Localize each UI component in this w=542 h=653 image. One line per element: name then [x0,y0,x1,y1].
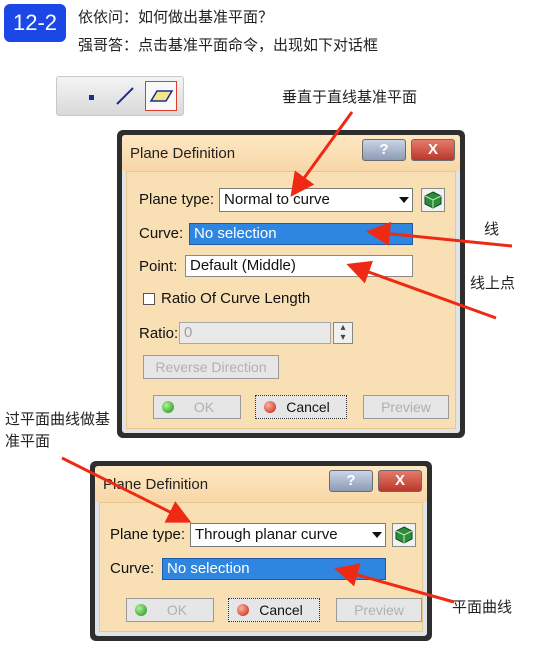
annotation-arrows [61,111,513,604]
arrow-to-plane-type-2 [61,456,192,523]
arrow-to-curve [366,221,513,248]
arrow-to-plane-type [290,111,354,197]
arrow-to-point [346,260,497,320]
arrow-to-curve-2 [334,563,455,604]
